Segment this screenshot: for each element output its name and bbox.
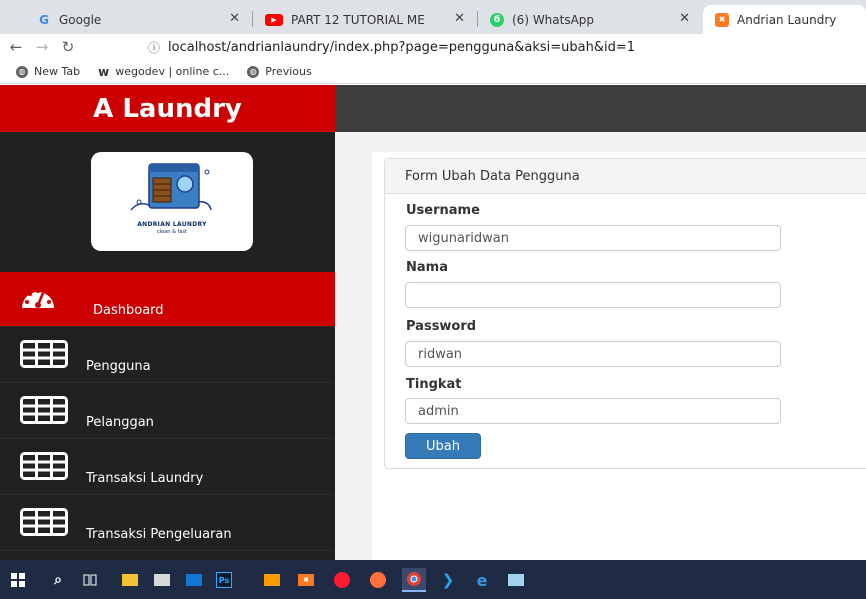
bookmark-new-tab[interactable]: ◍ New Tab bbox=[16, 65, 80, 78]
sublime-icon[interactable] bbox=[264, 574, 280, 586]
tab-title: (6) WhatsApp bbox=[512, 12, 595, 27]
washing-machine-logo-icon bbox=[130, 163, 212, 211]
windows-taskbar: ⌕ Ps ✖ ❯ e bbox=[0, 560, 866, 599]
sidebar-item-transaksi-laundry[interactable]: Transaksi Laundry bbox=[0, 440, 335, 495]
close-tab-icon[interactable]: ✕ bbox=[679, 11, 690, 26]
back-arrow-icon[interactable]: ← bbox=[6, 38, 26, 56]
sidebar-item-pengguna[interactable]: Pengguna bbox=[0, 328, 335, 383]
sidebar-item-partial[interactable] bbox=[0, 552, 335, 560]
globe-icon: ◍ bbox=[16, 65, 28, 78]
forward-arrow-icon[interactable]: → bbox=[32, 38, 52, 56]
logo-name: ANDRIAN LAUNDRY bbox=[137, 221, 207, 228]
bookmark-label: New Tab bbox=[34, 65, 81, 78]
close-tab-icon[interactable]: ✕ bbox=[454, 11, 465, 26]
sidebar-item-label: Pelanggan bbox=[86, 415, 154, 430]
ubah-submit-button[interactable]: Ubah bbox=[405, 433, 481, 459]
bookmarks-bar: ◍ New Tab w wegodev | online c... ◍ Prev… bbox=[0, 60, 866, 84]
bookmark-label: wegodev | online c... bbox=[115, 65, 230, 78]
site-info-icon[interactable]: ⓘ bbox=[148, 39, 160, 56]
browser-tab-andrian-laundry[interactable]: ✖ Andrian Laundry bbox=[703, 5, 866, 34]
mail-icon[interactable] bbox=[186, 574, 202, 586]
table-icon bbox=[20, 340, 68, 368]
chrome-icon[interactable] bbox=[402, 568, 426, 592]
nama-label: Nama bbox=[406, 260, 448, 275]
reload-icon[interactable]: ↻ bbox=[58, 38, 78, 56]
tingkat-input[interactable] bbox=[405, 398, 781, 424]
table-icon bbox=[20, 452, 68, 480]
edge-icon[interactable]: e bbox=[474, 571, 490, 590]
bookmark-wegodev[interactable]: w wegodev | online c... bbox=[98, 65, 229, 79]
browser-tab-strip: G Google ✕ ▶ PART 12 TUTORIAL ME ✕ 6 (6)… bbox=[0, 0, 866, 34]
logo-tagline: clean & fast bbox=[157, 229, 187, 235]
photoshop-icon[interactable]: Ps bbox=[216, 572, 232, 588]
xampp-icon: ✖ bbox=[715, 12, 729, 27]
tab-title: Google bbox=[59, 12, 102, 27]
table-icon bbox=[20, 396, 68, 424]
sidebar-item-transaksi-pengeluaran[interactable]: Transaksi Pengeluaran bbox=[0, 496, 335, 551]
windows-start-icon[interactable] bbox=[10, 572, 26, 588]
username-input[interactable] bbox=[405, 225, 781, 251]
store-icon[interactable] bbox=[154, 574, 170, 586]
url-text: localhost/andrianlaundry/index.php?page=… bbox=[168, 39, 636, 55]
notepad-icon[interactable] bbox=[508, 574, 524, 586]
sidebar-item-pelanggan[interactable]: Pelanggan bbox=[0, 384, 335, 439]
firefox-icon[interactable] bbox=[370, 572, 386, 588]
xampp-icon[interactable]: ✖ bbox=[298, 574, 314, 586]
wegodev-w-icon: w bbox=[98, 64, 110, 79]
bookmark-previous[interactable]: ◍ Previous bbox=[247, 65, 312, 78]
address-bar: ← → ↻ ⓘ localhost/andrianlaundry/index.p… bbox=[0, 34, 866, 60]
bookmark-label: Previous bbox=[265, 65, 312, 78]
edit-user-form-panel: Form Ubah Data Pengguna Username Nama Pa… bbox=[384, 158, 866, 469]
task-view-icon[interactable] bbox=[82, 572, 98, 588]
url-field[interactable]: ⓘ localhost/andrianlaundry/index.php?pag… bbox=[148, 36, 635, 58]
close-tab-icon[interactable]: ✕ bbox=[229, 11, 240, 26]
tab-title: PART 12 TUTORIAL ME bbox=[291, 12, 425, 27]
laundry-logo: ANDRIAN LAUNDRY clean & fast bbox=[91, 152, 253, 251]
password-label: Password bbox=[406, 319, 477, 334]
sidebar-item-label: Transaksi Pengeluaran bbox=[86, 527, 232, 542]
vscode-icon[interactable]: ❯ bbox=[440, 571, 456, 589]
globe-icon: ◍ bbox=[247, 65, 260, 78]
search-icon[interactable]: ⌕ bbox=[50, 572, 66, 588]
browser-tab-youtube[interactable]: ▶ PART 12 TUTORIAL ME ✕ bbox=[253, 5, 475, 34]
google-g-icon: G bbox=[39, 12, 49, 27]
sidebar-item-dashboard[interactable]: Dashboard bbox=[0, 272, 335, 327]
browser-tab-whatsapp[interactable]: 6 (6) WhatsApp ✕ bbox=[478, 5, 700, 34]
table-icon bbox=[20, 508, 68, 536]
nama-input[interactable] bbox=[405, 282, 781, 308]
dashboard-gauge-icon bbox=[22, 289, 54, 308]
whatsapp-icon: 6 bbox=[490, 12, 504, 27]
sidebar-item-label: Pengguna bbox=[86, 359, 151, 374]
sidebar-item-label: Transaksi Laundry bbox=[86, 471, 204, 486]
tab-title: Andrian Laundry bbox=[737, 12, 837, 27]
username-label: Username bbox=[406, 203, 480, 218]
panel-title: Form Ubah Data Pengguna bbox=[385, 159, 866, 194]
main-content: Form Ubah Data Pengguna Username Nama Pa… bbox=[335, 132, 866, 560]
password-input[interactable] bbox=[405, 341, 781, 367]
content-page: Form Ubah Data Pengguna Username Nama Pa… bbox=[372, 152, 866, 560]
sidebar: ANDRIAN LAUNDRY clean & fast Dashboard P… bbox=[0, 132, 335, 560]
app-brand[interactable]: A Laundry bbox=[0, 85, 335, 132]
opera-icon[interactable] bbox=[334, 572, 350, 588]
browser-tab-google[interactable]: G Google ✕ bbox=[25, 5, 250, 34]
file-explorer-icon[interactable] bbox=[122, 574, 138, 586]
tingkat-label: Tingkat bbox=[406, 377, 462, 392]
app-topbar bbox=[335, 85, 866, 132]
youtube-icon: ▶ bbox=[265, 13, 283, 26]
sidebar-item-label: Dashboard bbox=[93, 303, 164, 318]
